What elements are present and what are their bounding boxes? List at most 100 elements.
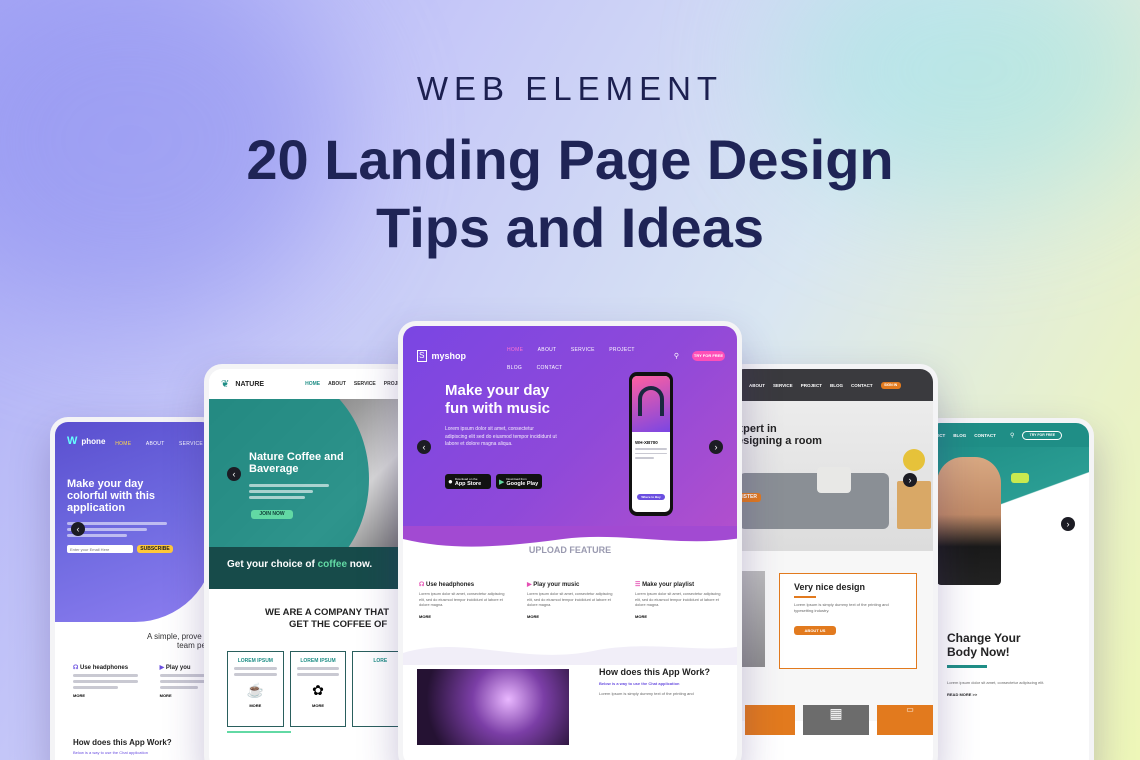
kicker-text: WEB ELEMENT: [416, 70, 724, 107]
tile-orange[interactable]: [745, 705, 795, 735]
d1-brand: phone: [81, 436, 106, 446]
d1-nav-home[interactable]: HOME: [115, 441, 131, 447]
pillow-image: [817, 467, 851, 493]
d3-hero-title-1: Make your day: [445, 382, 550, 399]
d2-brand: NATURE: [235, 380, 265, 388]
d2-card-underline: [227, 731, 291, 733]
about-us-button[interactable]: ABOUT US: [794, 625, 836, 635]
d4-design-title: Very nice design: [794, 582, 866, 592]
title-line-2: Tips and Ideas: [376, 196, 764, 259]
read-more-link[interactable]: READ MORE >>: [947, 692, 1089, 697]
playlist-icon: ☰: [635, 582, 641, 588]
page-title: 20 Landing Page Design Tips and Ideas: [0, 126, 1140, 262]
d2-company-line2: GET THE COFFEE OF: [289, 619, 388, 630]
d2-card-title: LOREM IPSUM: [237, 658, 273, 664]
d3-feature-more[interactable]: MORE: [527, 614, 613, 619]
prev-arrow-icon[interactable]: ‹: [417, 440, 431, 454]
join-now-button[interactable]: JOIN NOW: [251, 510, 293, 519]
try-for-free-button[interactable]: TRY FOR FREE: [691, 351, 725, 361]
tile-gray[interactable]: ▦: [803, 705, 869, 735]
plant-hand-icon: ✿: [312, 682, 324, 698]
email-field[interactable]: [67, 545, 133, 553]
headphones-icon: ☊: [73, 665, 79, 671]
d3-feature-more[interactable]: MORE: [635, 614, 721, 619]
app-store-button[interactable]: ● Download on the App Store: [445, 474, 491, 489]
d4-nav-button[interactable]: SIGN IN: [880, 381, 901, 389]
prev-arrow-icon[interactable]: ‹: [71, 522, 85, 536]
d4-nav-blog[interactable]: BLOG: [830, 383, 843, 388]
d3-nav-blog[interactable]: BLOG: [507, 365, 522, 371]
app-store-small: Download on the: [454, 476, 478, 481]
search-icon[interactable]: ⚲: [1010, 432, 1014, 439]
d5-body: Change Your Body Now! Lorem ipsum dolor …: [927, 597, 1089, 697]
d1-nav: HOME ABOUT SERVICE: [115, 432, 213, 450]
d5-body-text: Lorem ipsum dolor sit amet, consectetur …: [947, 679, 1045, 685]
d3-brand: myshop: [431, 351, 467, 361]
d2-nav-service[interactable]: SERVICE: [354, 381, 376, 387]
d5-nav-blog[interactable]: BLOG: [953, 433, 966, 438]
d3-how: How does this App Work? Below is a way t…: [403, 664, 737, 745]
d1-how: How does this App Work? Below is a way t…: [55, 698, 215, 755]
page-header: WEB ELEMENT 20 Landing Page Design Tips …: [0, 70, 1140, 262]
d4-hero-title-1: xpert in: [737, 423, 777, 435]
section-wave: [403, 645, 737, 665]
d2-nav-home[interactable]: HOME: [305, 381, 320, 387]
d4-nav-about[interactable]: ABOUT: [749, 383, 765, 388]
d3-store-buttons: ● Download on the App Store ▶ Download fr…: [445, 474, 542, 489]
d3-feature-body: Lorem ipsum dolor sit amet, consectetur …: [527, 592, 613, 607]
d2-nav-about[interactable]: ABOUT: [328, 381, 346, 387]
next-arrow-icon[interactable]: ›: [1061, 517, 1075, 531]
d2-card-more[interactable]: MORE: [234, 703, 277, 708]
d4-nav-contact[interactable]: CONTACT: [851, 383, 873, 388]
device-interior: ABOUT SERVICE PROJECT BLOG CONTACT SIGN …: [726, 364, 938, 760]
d3-feature-card: ☰ Make your playlist Lorem ipsum dolor s…: [635, 581, 721, 619]
next-arrow-icon[interactable]: ›: [709, 440, 723, 454]
google-play-button[interactable]: ▶ Download from Google Play: [496, 474, 542, 489]
d3-feature-title: Play your music: [533, 582, 580, 588]
d1-nav-service[interactable]: SERVICE: [179, 441, 203, 447]
d2-band: Get your choice of coffee now.: [209, 547, 409, 589]
subscribe-button[interactable]: SUBSCRIBE: [137, 545, 173, 553]
next-arrow-icon[interactable]: ›: [903, 473, 917, 487]
d4-nav-service[interactable]: SERVICE: [773, 383, 793, 388]
d1-feature: ☊ Use headphones MORE: [73, 664, 138, 698]
search-icon[interactable]: ⚲: [674, 352, 679, 360]
device-nature-coffee: ❦ NATURE HOME ABOUT SERVICE PROJECT B Na…: [204, 364, 414, 760]
d1-nav-about[interactable]: ABOUT: [146, 441, 165, 447]
d1-more-link[interactable]: MORE: [73, 693, 138, 698]
d5-nav-contact[interactable]: CONTACT: [974, 433, 996, 438]
d2-card[interactable]: LOREM IPSUM ✿ MORE: [289, 651, 347, 727]
d3-nav-contact[interactable]: CONTACT: [537, 365, 563, 371]
d1-how-sub: Below is a way to use the Chat applicati…: [73, 750, 148, 755]
tile-3d[interactable]: ▭: [877, 705, 933, 735]
prev-arrow-icon[interactable]: ‹: [227, 467, 241, 481]
d2-card[interactable]: LOREM IPSUM ☕ MORE: [227, 651, 284, 727]
d2-card-more[interactable]: MORE: [297, 703, 340, 708]
d5-title: Change Your Body Now!: [947, 631, 1089, 659]
d3-how-title: How does this App Work?: [599, 666, 711, 677]
d3-how-sub: Below is a way to use the Chat applicati…: [599, 680, 680, 686]
d3-how-body: Lorem Ipsum is simply dummy text of the …: [599, 690, 694, 696]
d1-navbar: W phone HOME ABOUT SERVICE: [67, 432, 203, 450]
d3-nav-about[interactable]: ABOUT: [538, 347, 557, 353]
d1-feature-title: Play you: [165, 665, 191, 671]
d3-feature-title: Use headphones: [426, 582, 475, 588]
d3-nav: HOME ABOUT SERVICE PROJECT BLOG CONTACT: [507, 338, 663, 374]
headphones-icon: ☊: [419, 582, 425, 588]
d4-hero: xpert in esigning a room EGISTER ›: [731, 401, 933, 551]
d3-feature-body: Lorem ipsum dolor sit amet, consectetur …: [635, 592, 721, 607]
d3-feature-more[interactable]: MORE: [419, 614, 505, 619]
where-to-buy-button[interactable]: Where to Buy: [637, 494, 665, 500]
d4-design-section: Very nice design Lorem Ipsum is simply d…: [731, 551, 933, 735]
d2-company-line1: WE ARE A COMPANY THAT: [265, 607, 390, 618]
d3-nav-project[interactable]: PROJECT: [609, 347, 634, 353]
d5-try-button[interactable]: TRY FOR FREE: [1022, 430, 1063, 440]
d3-nav-service[interactable]: SERVICE: [571, 347, 595, 353]
d4-nav-project[interactable]: PROJECT: [801, 383, 822, 388]
d3-nav-home[interactable]: HOME: [507, 347, 523, 353]
d1-feature-title: Use headphones: [80, 665, 129, 671]
d4-hero-title: xpert in esigning a room: [737, 423, 822, 447]
d1-how-title: How does this App Work?: [73, 738, 172, 747]
d2-card-title: LOREM IPSUM: [300, 658, 336, 664]
d3-navbar: S myshop HOME ABOUT SERVICE PROJECT BLOG…: [403, 326, 737, 374]
